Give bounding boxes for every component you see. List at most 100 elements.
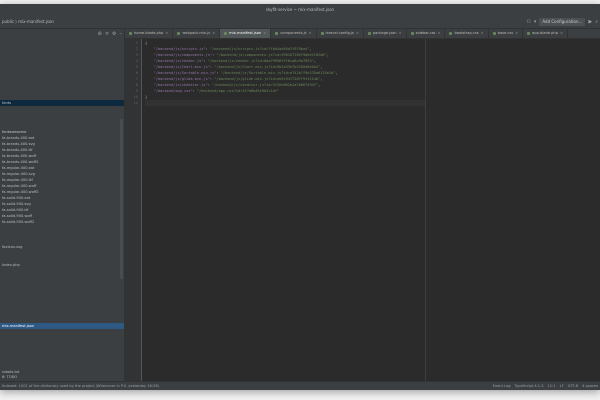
tree-item-label: fa-regular-400.woff2	[2, 190, 39, 194]
tab-label: base.css	[497, 31, 514, 35]
tab-label: bootstrap.css	[454, 31, 479, 35]
tab-label: app.blade.php	[532, 31, 558, 35]
tree-item-label: fa-regular-400.eot	[2, 166, 35, 170]
close-icon[interactable]: ×	[560, 29, 563, 38]
close-icon[interactable]: ×	[481, 29, 484, 38]
close-icon[interactable]: ×	[515, 29, 518, 38]
tree-item-label: fa-solid-900.woff2	[2, 220, 35, 224]
tree-item-label: fa-brands-400.svg	[2, 142, 35, 146]
close-icon[interactable]: ×	[399, 29, 402, 38]
tree-item[interactable]: mix-manifest.json	[0, 323, 124, 329]
tree-item-label: favicon.svg	[2, 245, 23, 249]
json-value: "/backend/js/Chart.min.js?id=9b3a33e7b43…	[214, 65, 321, 69]
toolbar-actions: ⚇ ▾ Add Configuration... ▶ ⌕	[526, 18, 598, 26]
tree-item[interactable]: fonts	[0, 100, 124, 106]
tab-4[interactable]: laravel.config.js ×	[317, 29, 364, 38]
tree-item-label: fa-regular-400.svg	[2, 172, 35, 176]
tree-item-label: fa-solid-900.ttf	[2, 208, 29, 212]
json-key: "/backend/js/scripts.js"	[153, 47, 206, 51]
close-icon[interactable]: ×	[308, 29, 311, 38]
code-content[interactable]: { "/backend/js/scripts.js": "/backend/js…	[145, 39, 425, 381]
tab-label: laravel.config.js	[325, 31, 354, 35]
window-title: skyfit-service ~ mix-manifest.json	[265, 7, 335, 12]
project-panel: ⊕ ≑ ⚙ – fonts fontawesome fa-brands-400.eo…	[0, 29, 125, 381]
tree-item-label: fa-brands-400.woff	[2, 154, 37, 158]
file-icon	[275, 32, 279, 35]
json-value: "/backend/js/glide.min.js?id=eb5c94f7267…	[214, 77, 321, 81]
tab-7[interactable]: bootstrap.css ×	[445, 29, 489, 38]
file-icon	[177, 32, 181, 35]
ide-window: skyfit-service ~ mix-manifest.json publi…	[0, 4, 600, 390]
file-icon	[320, 32, 324, 35]
tree-item-label	[0, 21, 2, 25]
tree-item-label: fa-brands-400.ttf	[2, 148, 33, 152]
tree-item-label: index.php	[2, 263, 20, 267]
json-value: "/backend/js/ckeditor.js?id=3f26e002b1a7…	[212, 83, 319, 87]
tree-item[interactable]: fa-solid-900.woff2	[0, 219, 124, 225]
status-item[interactable]: Event Log	[493, 382, 511, 390]
code-text: }	[145, 95, 148, 99]
editor-tabs: home.blade.php × webpack.mix.js × mix-manife…	[125, 29, 600, 39]
json-key: "/backend/js/Chart.min.js"	[153, 65, 210, 69]
tab-2[interactable]: mix-manifest.json ×	[220, 29, 272, 38]
title-bar: skyfit-service ~ mix-manifest.json	[0, 4, 600, 16]
tree-item[interactable]	[0, 26, 124, 32]
right-margin-guide	[425, 39, 426, 381]
tab-6[interactable]: sidebar.css ×	[407, 29, 446, 38]
close-icon[interactable]: ×	[437, 29, 440, 38]
status-right-items: Event Log TypeScript 4.1.3 11:1 LF UTF-8 4 sp…	[493, 382, 598, 390]
file-icon	[224, 32, 228, 35]
tab-label: home.blade.php	[134, 31, 164, 35]
json-key: "/backend/js/components.js"	[153, 53, 213, 57]
tab-label: mix-manifest.json	[229, 31, 262, 35]
close-icon[interactable]: ×	[212, 29, 215, 38]
status-item[interactable]: TypeScript 4.1.3	[515, 382, 544, 390]
json-key: "/backend/js/glide.min.js"	[153, 77, 210, 81]
json-value: "/backend/js/components.js?id=590167185f…	[216, 53, 327, 57]
chevron-down-icon[interactable]: ▾	[534, 18, 537, 26]
tree-item-label: fa-brands-400.eot	[2, 136, 35, 140]
tab-5[interactable]: package.json ×	[364, 29, 407, 38]
tab-0[interactable]: home.blade.php ×	[125, 29, 174, 38]
status-item[interactable]: UTF-8	[568, 382, 578, 390]
file-icon	[527, 32, 531, 35]
line-number: 11	[133, 101, 138, 105]
code-text: {	[145, 41, 148, 45]
json-value: "/backend/js/Sortable.min.js?id=e742b7f9…	[220, 71, 336, 75]
add-configuration-button[interactable]: Add Configuration...	[539, 18, 586, 26]
tab-1[interactable]: webpack.mix.js ×	[173, 29, 221, 38]
run-icon[interactable]: ▶	[588, 18, 592, 26]
tree-item[interactable]: favicon.svg	[0, 244, 124, 250]
tree-scrollbar[interactable]	[120, 119, 123, 279]
tree-item-label: mix-manifest.json	[2, 324, 35, 328]
tab-9[interactable]: app.blade.php ×	[523, 29, 569, 38]
close-icon[interactable]: ×	[263, 29, 266, 38]
status-message: Indexed: 1001 of the dictionary used by …	[2, 384, 160, 388]
tree-item-label	[0, 27, 2, 31]
tab-8[interactable]: base.css ×	[489, 29, 524, 38]
tab-3[interactable]: components.js ×	[271, 29, 317, 38]
tree-item-label: fonts	[2, 101, 12, 105]
code-line	[145, 100, 425, 106]
user-icon[interactable]: ⚇	[526, 18, 530, 26]
tree-item[interactable]: robots.txt	[0, 369, 124, 375]
json-value: "/backend/app.css?id=3f7a6b45c9b2c1df"	[196, 89, 280, 93]
status-item[interactable]: 4 spaces	[582, 382, 598, 390]
tab-label: sidebar.css	[415, 31, 436, 35]
json-key: "/backend/js/ckeditor.js"	[153, 83, 208, 87]
json-key: "/backend/app.css"	[153, 89, 193, 93]
file-icon	[367, 32, 371, 35]
close-icon[interactable]: ×	[165, 29, 168, 38]
tree-item[interactable]: index.php	[0, 262, 124, 268]
close-icon[interactable]: ×	[356, 29, 359, 38]
tree-item-label: fa-regular-400.woff	[2, 184, 37, 188]
json-value: "/backend/js/vendor.js?id=6da79956fff6ca…	[207, 59, 314, 63]
status-item[interactable]: LF	[560, 382, 564, 390]
file-icon	[449, 32, 453, 35]
todo-tool-button[interactable]: 6: TODO	[2, 373, 17, 381]
search-icon[interactable]: ⌕	[595, 18, 598, 26]
status-item[interactable]: 11:1	[548, 382, 556, 390]
json-value: "/backend/js/scripts.js?id=7fbd4aa94d2f9…	[209, 47, 310, 51]
tab-label: components.js	[280, 31, 307, 35]
status-bar: 6: TODO Indexed: 1001 of the dictionary …	[0, 375, 600, 390]
